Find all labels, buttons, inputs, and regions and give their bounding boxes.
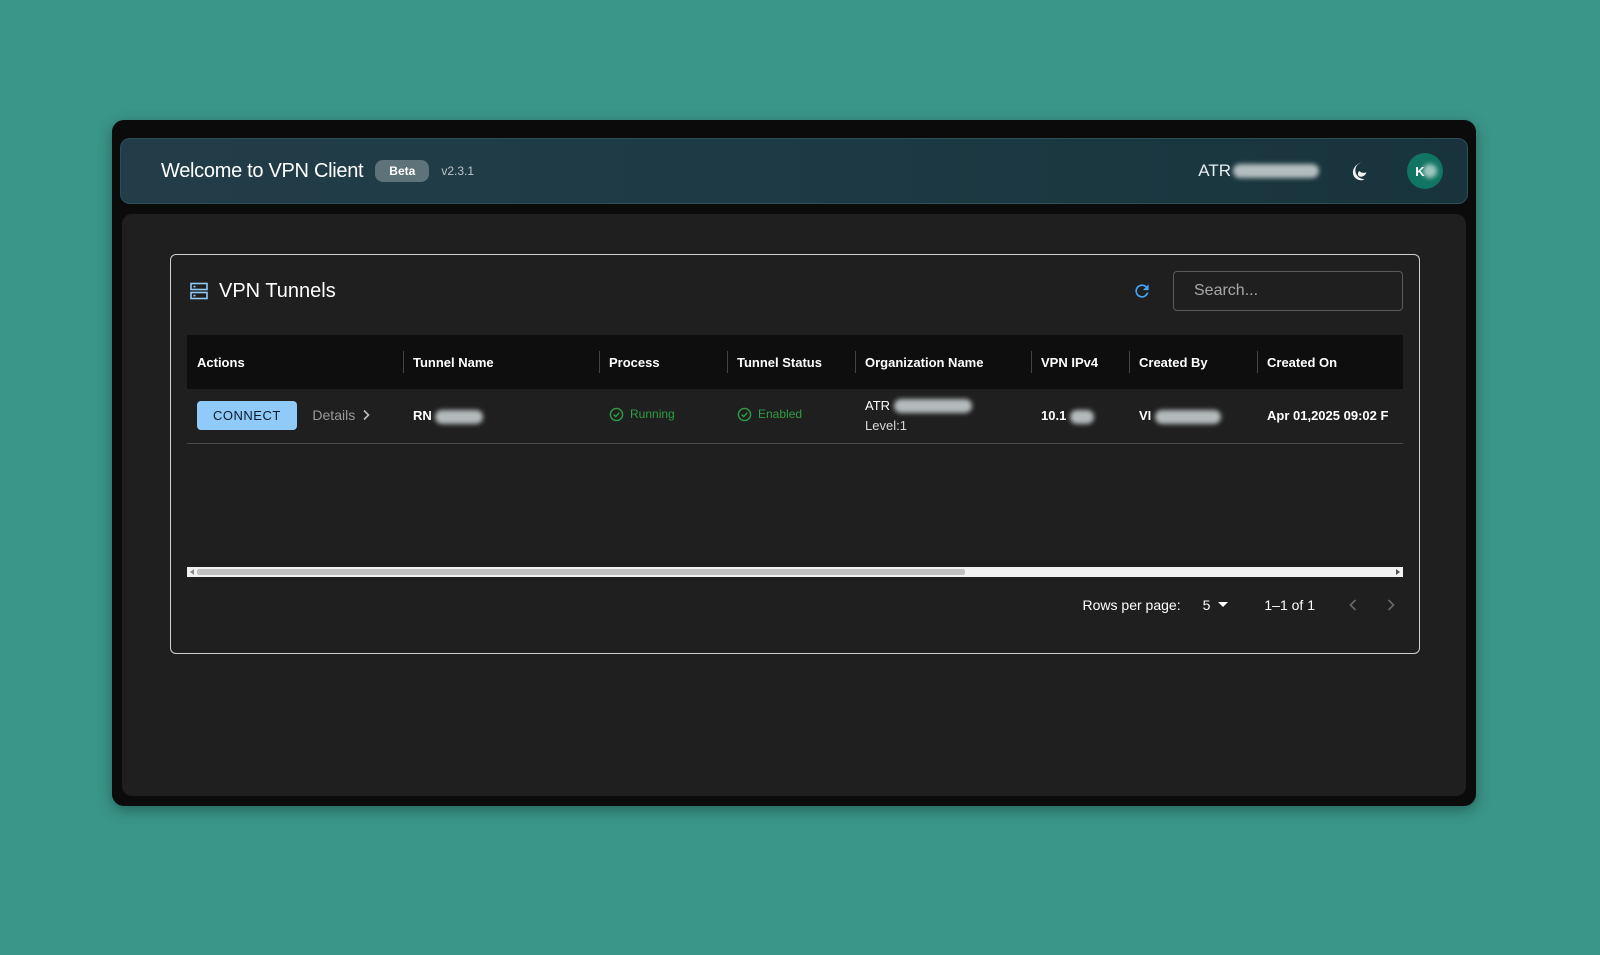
search-input[interactable] [1173, 271, 1403, 311]
card-title: VPN Tunnels [219, 279, 336, 302]
tunnel-status-label: Enabled [758, 407, 803, 422]
chevron-left-icon [1349, 599, 1357, 611]
scrollbar-thumb[interactable] [197, 569, 965, 575]
refresh-button[interactable] [1129, 278, 1155, 304]
organization-level: Level:1 [865, 417, 907, 433]
caret-down-icon [1218, 602, 1229, 607]
rows-per-page-label: Rows per page: [1082, 597, 1181, 613]
check-circle-icon [609, 407, 624, 422]
organization-selector[interactable]: ATR [1198, 161, 1319, 181]
column-header-created-by[interactable]: Created By [1129, 335, 1257, 389]
chevron-right-icon [1387, 599, 1395, 611]
redacted-text [1233, 164, 1319, 178]
column-header-created-on[interactable]: Created On [1257, 335, 1403, 389]
pagination-range: 1–1 of 1 [1264, 597, 1315, 613]
process-status: Running [609, 407, 675, 422]
scroll-right-arrow[interactable] [1396, 569, 1400, 575]
vpn-tunnels-card: VPN Tunnels Actions [170, 254, 1420, 654]
column-header-organization-name[interactable]: Organization Name [855, 335, 1031, 389]
connect-button[interactable]: CONNECT [197, 401, 297, 431]
organization-name: ATR [1198, 161, 1231, 180]
redacted-text [435, 409, 484, 424]
tunnels-table: Actions Tunnel Name Process Tunnel Statu… [187, 335, 1403, 444]
created-on-cell: Apr 01,2025 09:02 F [1257, 389, 1403, 444]
redacted-text [893, 399, 972, 414]
vpn-ipv4: 10.1 [1041, 407, 1067, 423]
column-header-tunnel-status[interactable]: Tunnel Status [727, 335, 855, 389]
beta-badge: Beta [375, 160, 430, 182]
process-label: Running [630, 407, 675, 422]
moon-icon [1352, 162, 1367, 181]
app-window: Welcome to VPN Client Beta v2.3.1 ATR K [112, 120, 1476, 806]
created-by-cell: VI [1129, 389, 1257, 444]
app-title: Welcome to VPN Client [161, 159, 364, 182]
chevron-right-icon [363, 410, 370, 421]
scroll-left-arrow[interactable] [190, 569, 194, 575]
table-pagination: Rows per page: 5 1–1 of 1 [1083, 593, 1403, 617]
created-by: VI [1139, 407, 1152, 423]
redacted-text [1423, 164, 1437, 178]
details-link[interactable]: Details [312, 407, 371, 423]
card-header: VPN Tunnels [189, 271, 1403, 311]
column-header-vpn-ipv4[interactable]: VPN IPv4 [1031, 335, 1129, 389]
server-icon [190, 282, 208, 300]
theme-toggle-button[interactable] [1347, 158, 1373, 184]
organization-name-line: ATR [865, 396, 1021, 416]
organization-name: ATR [865, 397, 891, 413]
rows-per-page-select[interactable]: 5 [1203, 597, 1229, 613]
organization-cell: ATR Level:1 [855, 389, 1031, 444]
horizontal-scrollbar[interactable] [187, 567, 1403, 577]
column-header-tunnel-name[interactable]: Tunnel Name [403, 335, 599, 389]
version-label: v2.3.1 [441, 164, 475, 178]
rows-per-page-value: 5 [1202, 597, 1211, 613]
column-header-actions[interactable]: Actions [187, 335, 403, 389]
refresh-icon [1135, 284, 1149, 298]
actions-cell: CONNECT Details [187, 389, 403, 444]
redacted-text [1069, 409, 1094, 424]
details-label: Details [312, 407, 356, 424]
next-page-button[interactable] [1379, 593, 1403, 617]
redacted-text [1154, 409, 1221, 424]
check-circle-icon [737, 407, 752, 422]
process-cell: Running [599, 389, 727, 444]
column-header-process[interactable]: Process [599, 335, 727, 389]
tunnel-name: RN [413, 407, 432, 423]
vpn-ipv4-cell: 10.1 [1031, 389, 1129, 444]
main-content: VPN Tunnels Actions [122, 214, 1466, 796]
user-avatar[interactable]: K [1407, 153, 1443, 189]
tunnel-status: Enabled [737, 407, 802, 422]
tunnel-status-cell: Enabled [727, 389, 855, 444]
previous-page-button[interactable] [1341, 593, 1365, 617]
app-header: Welcome to VPN Client Beta v2.3.1 ATR K [120, 138, 1468, 204]
table-row: CONNECT Details RN Running Enabled ATR L… [187, 389, 1403, 444]
tunnel-name-cell: RN [403, 389, 599, 444]
tunnels-table-container: Actions Tunnel Name Process Tunnel Statu… [187, 335, 1403, 583]
table-header-row: Actions Tunnel Name Process Tunnel Statu… [187, 335, 1403, 389]
